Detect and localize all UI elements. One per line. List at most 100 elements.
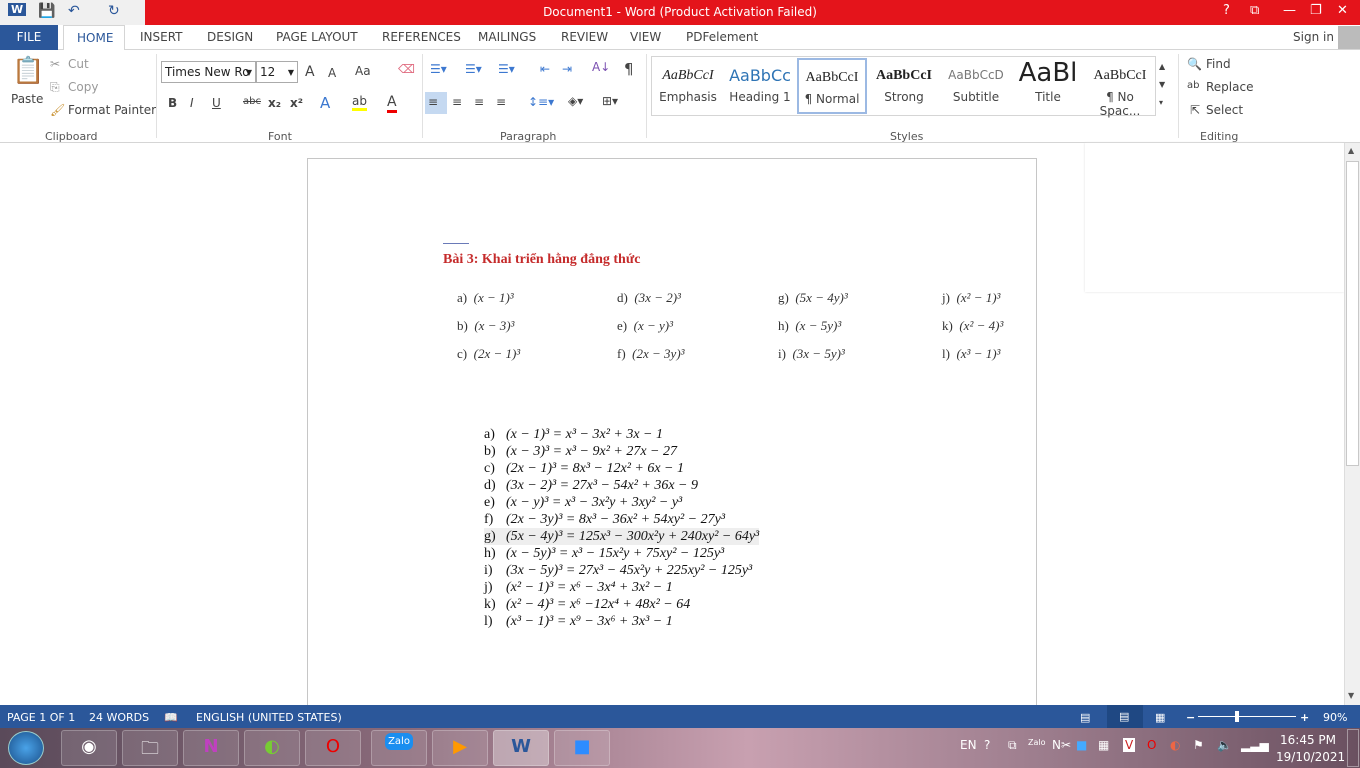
tab-mailings[interactable]: MAILINGS bbox=[478, 30, 536, 44]
text-effects-icon[interactable]: A bbox=[320, 94, 330, 112]
taskbar-opera[interactable]: O bbox=[305, 730, 361, 766]
answer-line[interactable]: d) (3x − 2)³ = 27x³ − 54x² + 36x − 9 bbox=[484, 477, 698, 494]
tab-view[interactable]: VIEW bbox=[630, 30, 661, 44]
print-layout-icon[interactable]: ▤ bbox=[1107, 705, 1143, 728]
scroll-up-icon[interactable]: ▲ bbox=[1348, 146, 1354, 155]
tab-insert[interactable]: INSERT bbox=[140, 30, 183, 44]
word-count[interactable]: 24 WORDS bbox=[89, 711, 149, 724]
style-no-spacing[interactable]: AaBbCcI ¶ No Spac... bbox=[1085, 58, 1155, 118]
subscript-button[interactable]: x₂ bbox=[268, 96, 281, 110]
page-count[interactable]: PAGE 1 OF 1 bbox=[7, 711, 75, 724]
answer-line[interactable]: f) (2x − 3y)³ = 8x³ − 36x² + 54xy² − 27y³ bbox=[484, 511, 725, 528]
select-button[interactable]: Select bbox=[1206, 103, 1243, 117]
app-tray-icon[interactable]: ▦ bbox=[1098, 738, 1109, 752]
ribbon-display-button[interactable]: ⧉ bbox=[1250, 3, 1259, 18]
restore-button[interactable]: ❐ bbox=[1310, 3, 1322, 18]
style-heading-1[interactable]: AaBbCc Heading 1 bbox=[725, 58, 795, 114]
cut-button[interactable]: Cut bbox=[68, 57, 89, 71]
help-tray-icon[interactable]: ? bbox=[984, 738, 990, 752]
zoom-slider-thumb[interactable] bbox=[1234, 711, 1239, 722]
close-button[interactable]: ✕ bbox=[1337, 3, 1348, 18]
help-button[interactable]: ? bbox=[1223, 3, 1230, 18]
v-tray-icon[interactable]: V bbox=[1123, 738, 1136, 752]
document-page[interactable] bbox=[307, 158, 1037, 718]
answer-line[interactable]: e) (x − y)³ = x³ − 3x²y + 3xy² − y³ bbox=[484, 494, 682, 511]
answer-line[interactable]: c) (2x − 1)³ = 8x³ − 12x² + 6x − 1 bbox=[484, 460, 684, 477]
numbering-icon[interactable]: ☰▾ bbox=[465, 62, 482, 76]
increase-indent-icon[interactable]: ⇥ bbox=[562, 62, 572, 76]
show-desktop-button[interactable] bbox=[1347, 729, 1359, 767]
paste-button[interactable]: Paste bbox=[11, 92, 43, 106]
answer-line[interactable]: b) (x − 3)³ = x³ − 9x² + 27x − 27 bbox=[484, 443, 677, 460]
show-formatting-button[interactable]: ¶ bbox=[624, 60, 634, 78]
align-left-icon[interactable]: ≡ bbox=[425, 92, 447, 114]
tab-review[interactable]: REVIEW bbox=[561, 30, 608, 44]
line-spacing-icon[interactable]: ↕≡▾ bbox=[528, 95, 554, 109]
taskbar-ccleaner[interactable]: ◐ bbox=[244, 730, 300, 766]
zoom-slider[interactable] bbox=[1198, 716, 1296, 717]
font-size-select[interactable]: 12 ▼ bbox=[256, 61, 298, 83]
answer-line[interactable]: g) (5x − 4y)³ = 125x³ − 300x²y + 240xy² −… bbox=[484, 528, 760, 545]
tab-page-layout[interactable]: PAGE LAYOUT bbox=[276, 30, 358, 44]
shrink-font-button[interactable]: A bbox=[328, 66, 336, 80]
font-color-icon[interactable]: A bbox=[387, 94, 397, 113]
grow-font-button[interactable]: A bbox=[305, 64, 315, 80]
read-mode-icon[interactable]: ▤ bbox=[1080, 711, 1090, 724]
change-case-button[interactable]: Aa bbox=[355, 64, 371, 78]
style-strong[interactable]: AaBbCcI Strong bbox=[869, 58, 939, 114]
clock-time[interactable]: 16:45 PM bbox=[1280, 733, 1336, 747]
action-center-flag-icon[interactable]: ⚑ bbox=[1193, 738, 1204, 752]
tab-references[interactable]: REFERENCES bbox=[382, 30, 461, 44]
style-title[interactable]: AaBl Title bbox=[1013, 58, 1083, 114]
shading-icon[interactable]: ◈▾ bbox=[568, 94, 583, 108]
justify-icon[interactable]: ≡ bbox=[496, 95, 506, 109]
zoom-level[interactable]: 90% bbox=[1323, 711, 1347, 724]
font-name-select[interactable]: Times New Ro ▼ bbox=[161, 61, 256, 83]
zalo-tray-icon[interactable]: Zalo bbox=[1028, 738, 1046, 747]
scroll-down-icon[interactable]: ▼ bbox=[1348, 691, 1354, 700]
avatar[interactable] bbox=[1338, 26, 1360, 49]
vertical-scrollbar[interactable]: ▲ ▼ bbox=[1344, 143, 1360, 705]
answer-line[interactable]: h) (x − 5y)³ = x³ − 15x²y + 75xy² − 125y³ bbox=[484, 545, 724, 562]
taskbar-chrome[interactable]: ◉ bbox=[61, 730, 117, 766]
style-emphasis[interactable]: AaBbCcI Emphasis bbox=[653, 58, 723, 114]
style-normal[interactable]: AaBbCcI ¶ Normal bbox=[797, 58, 867, 114]
strikethrough-button[interactable]: abc bbox=[243, 96, 261, 107]
taskbar-zoom[interactable]: ■ bbox=[554, 730, 610, 766]
web-layout-icon[interactable]: ▦ bbox=[1155, 711, 1165, 724]
replace-button[interactable]: Replace bbox=[1206, 80, 1253, 94]
styles-scroll[interactable]: ▲ ▼ ▾ bbox=[1159, 58, 1165, 112]
clear-formatting-icon[interactable]: ⌫ bbox=[398, 62, 415, 76]
superscript-button[interactable]: x² bbox=[290, 96, 303, 110]
volume-icon[interactable]: 🔈 bbox=[1217, 738, 1232, 752]
decrease-indent-icon[interactable]: ⇤ bbox=[540, 62, 550, 76]
show-hidden-icons[interactable]: ⧉ bbox=[1008, 738, 1017, 753]
start-button[interactable] bbox=[8, 731, 44, 765]
copy-button[interactable]: Copy bbox=[68, 80, 98, 94]
tab-file[interactable]: FILE bbox=[0, 25, 58, 50]
borders-icon[interactable]: ⊞▾ bbox=[602, 94, 618, 108]
taskbar-onenote[interactable]: N bbox=[183, 730, 239, 766]
taskbar-zalo[interactable]: Zalo bbox=[371, 730, 427, 766]
proofing-icon[interactable]: 📖 bbox=[164, 711, 178, 724]
sort-icon[interactable]: A↓ bbox=[592, 60, 610, 74]
input-language[interactable]: EN bbox=[960, 738, 977, 752]
answer-line[interactable]: k) (x² − 4)³ = x⁶ −12x⁴ + 48x² − 64 bbox=[484, 596, 690, 613]
bullets-icon[interactable]: ☰▾ bbox=[430, 62, 447, 76]
zoom-tray-icon[interactable]: ■ bbox=[1076, 738, 1087, 752]
minimize-button[interactable]: — bbox=[1283, 3, 1296, 18]
find-button[interactable]: Find bbox=[1206, 57, 1231, 71]
answer-line[interactable]: i) (3x − 5y)³ = 27x³ − 45x²y + 225xy² − 1… bbox=[484, 562, 752, 579]
align-right-icon[interactable]: ≡ bbox=[474, 95, 484, 109]
onenote-clip-icon[interactable]: N✂ bbox=[1052, 738, 1071, 752]
multilevel-list-icon[interactable]: ☰▾ bbox=[498, 62, 515, 76]
language[interactable]: ENGLISH (UNITED STATES) bbox=[196, 711, 342, 724]
zoom-in-button[interactable]: + bbox=[1300, 711, 1309, 724]
tab-design[interactable]: DESIGN bbox=[207, 30, 253, 44]
zoom-out-button[interactable]: − bbox=[1186, 711, 1195, 724]
answer-line[interactable]: a) (x − 1)³ = x³ − 3x² + 3x − 1 bbox=[484, 426, 663, 443]
style-subtitle[interactable]: AaBbCcD Subtitle bbox=[941, 58, 1011, 114]
taskbar-word[interactable]: W bbox=[493, 730, 549, 766]
network-signal-icon[interactable]: ▂▃▅ bbox=[1241, 738, 1269, 752]
underline-button[interactable]: U bbox=[212, 96, 221, 110]
